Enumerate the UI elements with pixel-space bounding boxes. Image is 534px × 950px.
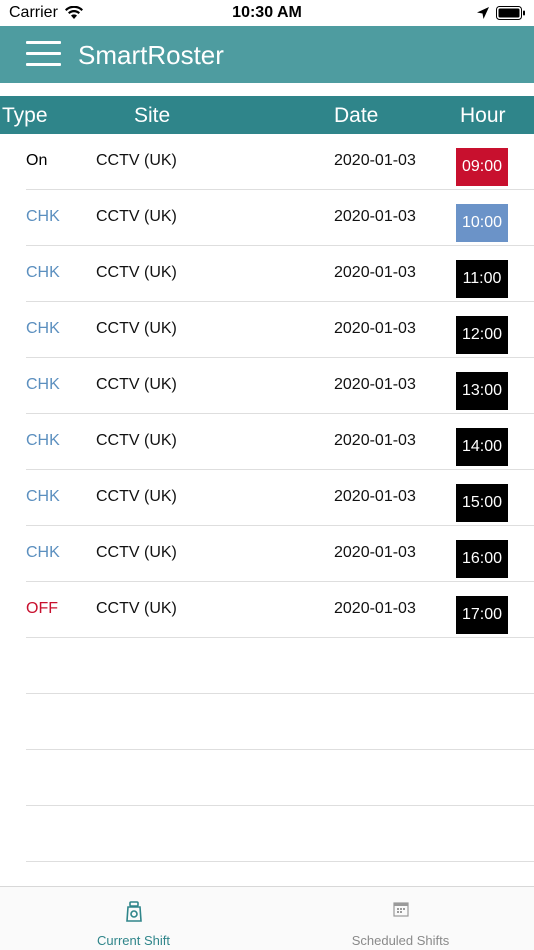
shift-site: CCTV (UK) — [96, 600, 177, 617]
shift-row[interactable]: CHK CCTV (UK) 2020-01-03 11:00 — [26, 246, 534, 302]
shift-type: CHK — [26, 544, 60, 561]
column-header-date: Date — [334, 104, 379, 127]
tab-label: Scheduled Shifts — [351, 933, 450, 948]
shift-row[interactable]: CHK CCTV (UK) 2020-01-03 13:00 — [26, 358, 534, 414]
shift-list: On CCTV (UK) 2020-01-03 09:00 CHK CCTV (… — [0, 134, 534, 862]
shift-date: 2020-01-03 — [334, 600, 416, 617]
shift-site: CCTV (UK) — [96, 208, 177, 225]
table-header: Type Site Date Hour — [0, 96, 534, 134]
shift-type: CHK — [26, 432, 60, 449]
shift-date: 2020-01-03 — [334, 152, 416, 169]
column-header-type: Type — [2, 104, 48, 127]
status-bar: Carrier 10:30 AM — [0, 0, 534, 26]
navigation-bar: SmartRoster — [0, 26, 534, 83]
shift-row[interactable]: On CCTV (UK) 2020-01-03 09:00 — [26, 134, 534, 190]
shift-type: CHK — [26, 208, 60, 225]
shift-hour-badge: 15:00 — [456, 484, 508, 522]
shift-date: 2020-01-03 — [334, 488, 416, 505]
tab-label: Current Shift — [97, 933, 170, 948]
shift-type: CHK — [26, 488, 60, 505]
shift-date: 2020-01-03 — [334, 544, 416, 561]
shift-site: CCTV (UK) — [96, 432, 177, 449]
guard-icon — [0, 901, 267, 928]
shift-date: 2020-01-03 — [334, 264, 416, 281]
shift-type: CHK — [26, 320, 60, 337]
shift-hour-badge: 09:00 — [456, 148, 508, 186]
shift-site: CCTV (UK) — [96, 152, 177, 169]
empty-row — [26, 750, 534, 806]
battery-icon — [496, 6, 526, 25]
shift-row[interactable]: CHK CCTV (UK) 2020-01-03 10:00 — [26, 190, 534, 246]
shift-date: 2020-01-03 — [334, 432, 416, 449]
shift-site: CCTV (UK) — [96, 264, 177, 281]
shift-row[interactable]: CHK CCTV (UK) 2020-01-03 12:00 — [26, 302, 534, 358]
tab-scheduled-shifts[interactable]: Scheduled Shifts — [267, 887, 534, 950]
tab-current-shift[interactable]: Current Shift — [0, 887, 267, 950]
shift-row[interactable]: CHK CCTV (UK) 2020-01-03 15:00 — [26, 470, 534, 526]
tab-bar: Current Shift Scheduled Shifts — [0, 886, 534, 950]
shift-type: CHK — [26, 264, 60, 281]
column-header-site: Site — [134, 104, 171, 127]
shift-row[interactable]: OFF CCTV (UK) 2020-01-03 17:00 — [26, 582, 534, 638]
shift-hour-badge: 11:00 — [456, 260, 508, 298]
shift-row[interactable]: CHK CCTV (UK) 2020-01-03 14:00 — [26, 414, 534, 470]
location-arrow-icon — [476, 6, 490, 25]
shift-row[interactable]: CHK CCTV (UK) 2020-01-03 16:00 — [26, 526, 534, 582]
menu-icon[interactable] — [26, 41, 61, 67]
shift-hour-badge: 12:00 — [456, 316, 508, 354]
shift-hour-badge: 14:00 — [456, 428, 508, 466]
calendar-icon — [267, 901, 534, 922]
shift-date: 2020-01-03 — [334, 320, 416, 337]
empty-row — [26, 694, 534, 750]
shift-hour-badge: 13:00 — [456, 372, 508, 410]
app-title: SmartRoster — [78, 40, 224, 70]
column-header-hour: Hour — [460, 104, 506, 127]
shift-type: On — [26, 152, 48, 169]
shift-site: CCTV (UK) — [96, 376, 177, 393]
app-screen: Carrier 10:30 AM SmartRoster Type Site D… — [0, 0, 534, 950]
shift-site: CCTV (UK) — [96, 488, 177, 505]
shift-hour-badge: 17:00 — [456, 596, 508, 634]
status-time: 10:30 AM — [232, 4, 302, 21]
shift-hour-badge: 16:00 — [456, 540, 508, 578]
shift-site: CCTV (UK) — [96, 544, 177, 561]
shift-site: CCTV (UK) — [96, 320, 177, 337]
empty-row — [26, 806, 534, 862]
shift-date: 2020-01-03 — [334, 376, 416, 393]
shift-date: 2020-01-03 — [334, 208, 416, 225]
shift-hour-badge: 10:00 — [456, 204, 508, 242]
shift-type: CHK — [26, 376, 60, 393]
shift-type: OFF — [26, 600, 58, 617]
empty-row — [26, 638, 534, 694]
